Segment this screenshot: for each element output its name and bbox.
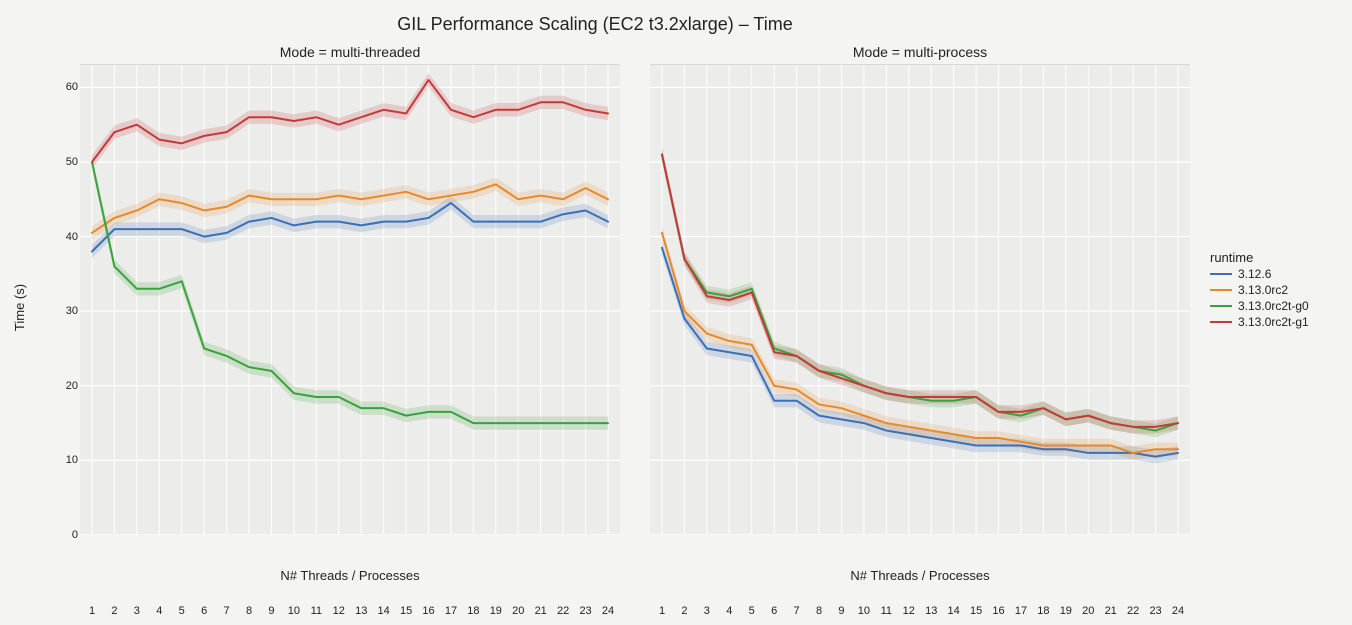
x-tick-label: 13 (925, 605, 937, 617)
legend-label: 3.13.0rc2 (1238, 283, 1288, 297)
x-tick-label: 12 (333, 605, 345, 617)
x-tick-label: 11 (881, 605, 892, 617)
x-tick-label: 21 (535, 605, 547, 617)
y-tick-label: 40 (66, 231, 78, 243)
figure-title: GIL Performance Scaling (EC2 t3.2xlarge)… (0, 14, 1190, 35)
x-tick-label: 7 (794, 605, 800, 617)
x-tick-label: 8 (246, 605, 252, 617)
x-tick-label: 17 (445, 605, 457, 617)
x-tick-label: 3 (134, 605, 140, 617)
legend-swatch-icon (1210, 305, 1232, 307)
x-tick-label: 9 (838, 605, 844, 617)
panel-title-right: Mode = multi-process (650, 44, 1190, 60)
x-tick-label: 7 (224, 605, 230, 617)
x-tick-label: 16 (422, 605, 434, 617)
x-tick-label: 10 (288, 605, 300, 617)
y-tick-label: 30 (66, 305, 78, 317)
legend-swatch-icon (1210, 289, 1232, 291)
x-tick-label: 18 (467, 605, 479, 617)
x-axis-label-right: N# Threads / Processes (650, 568, 1190, 583)
x-tick-label: 1 (659, 605, 665, 617)
x-axis-label-left: N# Threads / Processes (80, 568, 620, 583)
x-tick-label: 2 (111, 605, 117, 617)
x-tick-label: 12 (903, 605, 915, 617)
x-tick-label: 21 (1105, 605, 1117, 617)
legend-item: 3.13.0rc2t-g1 (1210, 315, 1309, 329)
y-axis-label: Time (s) (12, 284, 27, 331)
x-tick-label: 5 (179, 605, 185, 617)
legend-item: 3.12.6 (1210, 267, 1309, 281)
x-tick-label: 6 (201, 605, 207, 617)
x-tick-label: 24 (1172, 605, 1184, 617)
x-tick-label: 6 (771, 605, 777, 617)
x-tick-label: 3 (704, 605, 710, 617)
plot-right: 123456789101112131415161718192021222324 (650, 64, 1190, 535)
legend-swatch-icon (1210, 321, 1232, 323)
x-ticks-left: 123456789101112131415161718192021222324 (80, 605, 620, 625)
x-tick-label: 14 (948, 605, 960, 617)
y-ticks-right (620, 65, 648, 535)
plot-left: 0102030405060 12345678910111213141516171… (80, 64, 620, 535)
legend-swatch-icon (1210, 273, 1232, 275)
panel-title-left: Mode = multi-threaded (80, 44, 620, 60)
y-tick-label: 20 (66, 380, 78, 392)
x-tick-label: 16 (992, 605, 1004, 617)
y-tick-label: 60 (66, 81, 78, 93)
plot-right-svg (650, 65, 1190, 535)
x-tick-label: 4 (726, 605, 732, 617)
x-tick-label: 22 (557, 605, 569, 617)
legend-item: 3.13.0rc2t-g0 (1210, 299, 1309, 313)
y-tick-label: 0 (72, 529, 78, 541)
x-tick-label: 18 (1037, 605, 1049, 617)
x-tick-label: 22 (1127, 605, 1139, 617)
x-tick-label: 19 (490, 605, 502, 617)
x-tick-label: 14 (378, 605, 390, 617)
plot-left-svg (80, 65, 620, 535)
x-tick-label: 1 (89, 605, 95, 617)
y-tick-label: 50 (66, 156, 78, 168)
x-tick-label: 15 (400, 605, 412, 617)
legend-item: 3.13.0rc2 (1210, 283, 1309, 297)
x-tick-label: 20 (1082, 605, 1094, 617)
x-tick-label: 15 (970, 605, 982, 617)
x-tick-label: 13 (355, 605, 367, 617)
y-ticks-left: 0102030405060 (50, 65, 78, 535)
x-tick-label: 23 (1149, 605, 1161, 617)
y-axis-label-container: Time (s) (16, 0, 36, 600)
y-tick-label: 10 (66, 454, 78, 466)
legend-title: runtime (1210, 250, 1309, 265)
x-tick-label: 20 (512, 605, 524, 617)
x-tick-label: 11 (311, 605, 322, 617)
legend-label: 3.13.0rc2t-g0 (1238, 299, 1309, 313)
x-tick-label: 2 (681, 605, 687, 617)
legend-label: 3.12.6 (1238, 267, 1271, 281)
legend-label: 3.13.0rc2t-g1 (1238, 315, 1309, 329)
legend: runtime 3.12.6 3.13.0rc2 3.13.0rc2t-g0 3… (1210, 250, 1309, 331)
x-tick-label: 4 (156, 605, 162, 617)
x-tick-label: 17 (1015, 605, 1027, 617)
x-tick-label: 23 (579, 605, 591, 617)
x-tick-label: 10 (858, 605, 870, 617)
x-tick-label: 24 (602, 605, 614, 617)
figure: GIL Performance Scaling (EC2 t3.2xlarge)… (0, 0, 1352, 600)
x-tick-label: 19 (1060, 605, 1072, 617)
x-tick-label: 8 (816, 605, 822, 617)
x-tick-label: 5 (749, 605, 755, 617)
x-tick-label: 9 (268, 605, 274, 617)
x-ticks-right: 123456789101112131415161718192021222324 (650, 605, 1190, 625)
